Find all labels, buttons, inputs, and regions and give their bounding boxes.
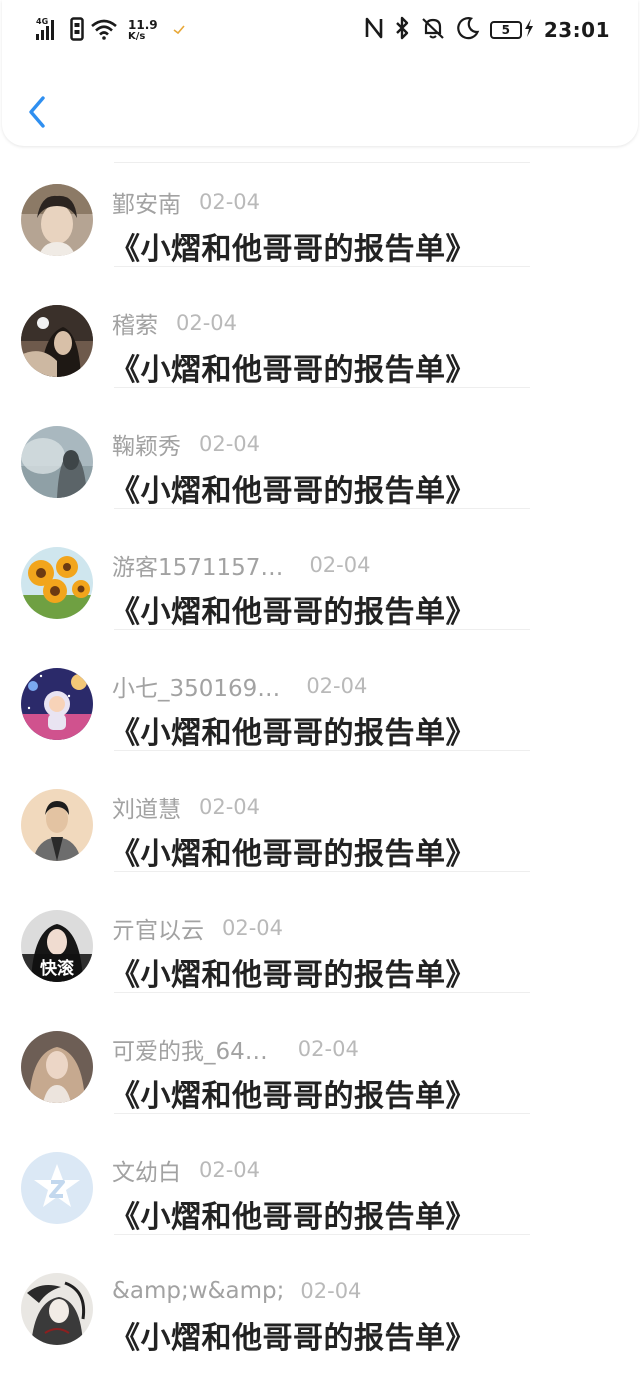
user-line: 游客1571157… 02-04 (112, 549, 370, 581)
user-name[interactable]: 刘道慧 (112, 790, 181, 824)
status-bar-right: 5 23:01 (364, 16, 610, 44)
network-speed-unit: K/s (128, 31, 146, 42)
list-item[interactable]: 文幼白 02-04 《小熠和他哥哥的报告单》 (0, 1114, 640, 1235)
list-item[interactable]: 小七_350169… 02-04 《小熠和他哥哥的报告单》 (0, 630, 640, 751)
book-title[interactable]: 《小熠和他哥哥的报告单》 (110, 950, 476, 994)
user-line: 鞠颖秀 02-04 (112, 428, 260, 460)
status-bar-left: 4G 11.9 K/s (36, 16, 186, 46)
user-line: 刘道慧 02-04 (112, 791, 260, 823)
nfc-icon (364, 17, 384, 43)
charging-icon (524, 18, 534, 42)
user-line: 稽萦 02-04 (112, 307, 237, 339)
bluetooth-icon (394, 16, 410, 44)
avatar[interactable] (21, 426, 93, 498)
user-name[interactable]: 鄞安南 (112, 185, 181, 219)
list-item[interactable]: 可爱的我_64… 02-04 《小熠和他哥哥的报告单》 (0, 993, 640, 1114)
chevron-left-icon (29, 96, 45, 128)
list-item[interactable]: 游客1571157… 02-04 《小熠和他哥哥的报告单》 (0, 509, 640, 630)
comment-date: 02-04 (199, 795, 261, 819)
book-title[interactable]: 《小熠和他哥哥的报告单》 (110, 708, 476, 752)
back-button[interactable] (22, 92, 52, 132)
comment-date: 02-04 (199, 190, 261, 214)
avatar[interactable] (21, 1152, 93, 1224)
avatar[interactable] (21, 1031, 93, 1103)
user-name[interactable]: 可爱的我_64… (112, 1032, 268, 1066)
battery-indicator: 5 (489, 18, 534, 42)
battery-level: 5 (489, 21, 522, 39)
book-title[interactable]: 《小熠和他哥哥的报告单》 (110, 224, 476, 268)
user-name[interactable]: 文幼白 (112, 1153, 181, 1187)
book-title[interactable]: 《小熠和他哥哥的报告单》 (110, 587, 476, 631)
network-speed: 11.9 K/s (128, 19, 158, 43)
signal-icon: 4G (36, 16, 64, 46)
avatar[interactable] (21, 547, 93, 619)
user-name[interactable]: 游客1571157… (112, 548, 283, 582)
avatar[interactable]: 快滚 (21, 910, 93, 982)
user-line: 亓官以云 02-04 (112, 912, 283, 944)
sim-card-icon (70, 17, 84, 45)
user-line: 小七_350169… 02-04 (112, 670, 367, 702)
comment-list-page: 4G 11.9 K/s 5 23:01 鄞安南 02-04 《小熠和他哥哥的报告… (0, 0, 640, 1387)
avatar[interactable] (21, 789, 93, 861)
avatar-caption: 快滚 (40, 958, 75, 979)
notification-check-icon (172, 22, 186, 41)
user-name[interactable]: 小七_350169… (112, 669, 280, 703)
comment-date: 02-04 (300, 1279, 362, 1303)
comment-date: 02-04 (297, 1037, 359, 1061)
book-title[interactable]: 《小熠和他哥哥的报告单》 (110, 345, 476, 389)
avatar[interactable] (21, 1273, 93, 1345)
user-line: 可爱的我_64… 02-04 (112, 1033, 359, 1065)
list-item[interactable]: 刘道慧 02-04 《小熠和他哥哥的报告单》 (0, 751, 640, 872)
user-name[interactable]: &amp;w&amp; (112, 1278, 284, 1304)
book-title[interactable]: 《小熠和他哥哥的报告单》 (110, 466, 476, 510)
list-item[interactable]: 鞠颖秀 02-04 《小熠和他哥哥的报告单》 (0, 388, 640, 509)
comment-date: 02-04 (199, 1158, 261, 1182)
user-name[interactable]: 亓官以云 (112, 911, 204, 945)
user-line: 文幼白 02-04 (112, 1154, 260, 1186)
comment-date: 02-04 (309, 553, 371, 577)
user-line: 鄞安南 02-04 (112, 186, 260, 218)
list-item[interactable]: 鄞安南 02-04 《小熠和他哥哥的报告单》 (0, 146, 640, 267)
clock: 23:01 (543, 18, 610, 42)
book-title[interactable]: 《小熠和他哥哥的报告单》 (110, 1192, 476, 1236)
avatar[interactable] (21, 668, 93, 740)
user-line: &amp;w&amp; 02-04 (112, 1275, 361, 1307)
network-speed-value: 11.9 (128, 18, 158, 32)
wifi-icon (90, 18, 118, 44)
svg-text:4G: 4G (36, 17, 48, 26)
user-name[interactable]: 稽萦 (112, 306, 158, 340)
status-bar: 4G 11.9 K/s 5 23:01 (2, 14, 640, 52)
list-item[interactable]: &amp;w&amp; 02-04 《小熠和他哥哥的报告单》 (0, 1235, 640, 1356)
comment-date: 02-04 (176, 311, 238, 335)
mute-bell-icon (420, 16, 446, 44)
book-title[interactable]: 《小熠和他哥哥的报告单》 (110, 829, 476, 873)
comment-date: 02-04 (199, 432, 261, 456)
avatar[interactable] (21, 184, 93, 256)
book-title[interactable]: 《小熠和他哥哥的报告单》 (110, 1071, 476, 1115)
list-item[interactable]: 快滚 亓官以云 02-04 《小熠和他哥哥的报告单》 (0, 872, 640, 993)
list-item[interactable]: 稽萦 02-04 《小熠和他哥哥的报告单》 (0, 267, 640, 388)
header: 4G 11.9 K/s 5 23:01 (2, 0, 638, 146)
comment-date: 02-04 (306, 674, 368, 698)
book-title[interactable]: 《小熠和他哥哥的报告单》 (110, 1313, 476, 1357)
comment-date: 02-04 (222, 916, 284, 940)
moon-icon (456, 16, 480, 44)
user-name[interactable]: 鞠颖秀 (112, 427, 181, 461)
avatar[interactable] (21, 305, 93, 377)
